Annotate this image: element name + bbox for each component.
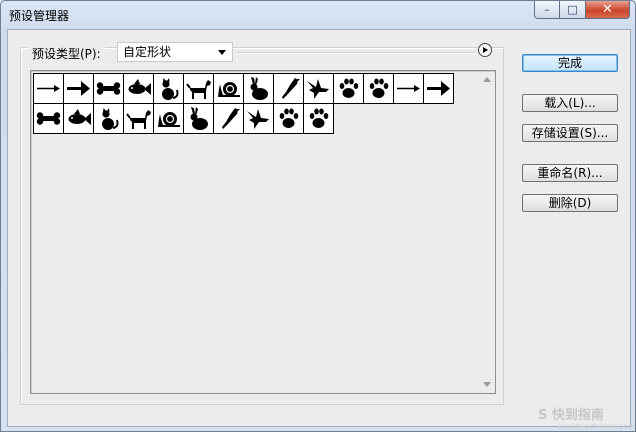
dove-icon: [247, 109, 269, 129]
group-divider: [236, 52, 476, 54]
bird-icon: [282, 78, 300, 99]
paw-print-icon: [279, 108, 299, 128]
bird-icon: [222, 108, 240, 129]
shape-preset-item[interactable]: [93, 103, 124, 134]
shape-preset-item[interactable]: [393, 73, 424, 104]
rename-button[interactable]: 重命名(R)...: [522, 164, 618, 182]
shape-preset-item[interactable]: [153, 73, 184, 104]
rabbit-icon: [190, 107, 208, 130]
shape-preset-item[interactable]: [33, 103, 64, 134]
shape-preset-item[interactable]: [333, 73, 364, 104]
dog-icon: [186, 80, 211, 99]
shape-grid: [33, 73, 481, 134]
watermark-logo: S 快到指南: [538, 408, 604, 423]
maximize-button[interactable]: □: [560, 1, 586, 19]
shape-preset-item[interactable]: [153, 103, 184, 134]
shape-preset-item[interactable]: [33, 73, 64, 104]
watermark-url: kuaidaozhinan.com: [558, 422, 636, 431]
shape-preset-item[interactable]: [183, 73, 214, 104]
cat-icon: [102, 108, 119, 130]
shape-preset-item[interactable]: [93, 73, 124, 104]
shape-preset-list[interactable]: [30, 70, 496, 394]
preset-type-select[interactable]: 自定形状: [117, 42, 233, 62]
load-button[interactable]: 载入(L)...: [522, 94, 618, 112]
arrow-bold-icon: [67, 81, 90, 96]
preset-manager-window: 预设管理器 – □ ✕ 预设类型(P): 自定形状 完成 载入(L)... 存储…: [0, 0, 636, 432]
shape-preset-item[interactable]: [273, 73, 304, 104]
shape-preset-item[interactable]: [123, 73, 154, 104]
bone-icon: [36, 112, 61, 125]
arrow-thin-icon: [397, 85, 420, 92]
chevron-down-icon: [218, 50, 226, 55]
shape-preset-item[interactable]: [303, 103, 334, 134]
shape-preset-item[interactable]: [123, 103, 154, 134]
paw-print-icon: [309, 108, 329, 128]
preset-type-label: 预设类型(P):: [28, 45, 105, 62]
scroll-down-icon[interactable]: [483, 382, 491, 387]
scroll-up-icon[interactable]: [483, 77, 491, 82]
paw-print-icon: [369, 78, 389, 98]
shape-preset-item[interactable]: [303, 73, 334, 104]
preset-type-value: 自定形状: [123, 45, 172, 59]
arrow-thin-icon: [37, 85, 60, 92]
save-set-button[interactable]: 存储设置(S)...: [522, 124, 618, 142]
snail-icon: [218, 82, 240, 97]
shape-preset-item[interactable]: [183, 103, 214, 134]
vertical-scrollbar[interactable]: [480, 72, 494, 392]
shape-preset-item[interactable]: [213, 103, 244, 134]
done-button[interactable]: 完成: [522, 54, 618, 72]
dog-icon: [126, 110, 151, 129]
title-bar[interactable]: 预设管理器 – □ ✕: [1, 1, 635, 29]
shape-preset-item[interactable]: [363, 73, 394, 104]
shape-preset-item[interactable]: [63, 73, 94, 104]
shape-preset-item[interactable]: [213, 73, 244, 104]
arrow-bold-icon: [427, 81, 450, 96]
snail-icon: [158, 112, 180, 127]
play-right-icon: [483, 47, 488, 53]
dialog-client-area: 预设类型(P): 自定形状 完成 载入(L)... 存储设置(S)... 重命名…: [7, 29, 636, 431]
shape-preset-item[interactable]: [243, 103, 274, 134]
window-controls: – □ ✕: [534, 1, 630, 19]
shape-preset-item[interactable]: [273, 103, 304, 134]
bone-icon: [96, 82, 121, 95]
delete-button[interactable]: 删除(D): [522, 194, 618, 212]
fish-icon: [68, 109, 91, 125]
rabbit-icon: [250, 77, 268, 100]
panel-menu-button[interactable]: [478, 43, 492, 57]
minimize-button[interactable]: –: [534, 1, 560, 19]
shape-preset-item[interactable]: [63, 103, 94, 134]
dove-icon: [307, 79, 329, 99]
fish-icon: [128, 79, 151, 95]
shape-preset-item[interactable]: [243, 73, 274, 104]
paw-print-icon: [339, 78, 359, 98]
window-title: 预设管理器: [9, 9, 70, 23]
shape-preset-item[interactable]: [423, 73, 454, 104]
close-button[interactable]: ✕: [586, 1, 630, 19]
cat-icon: [162, 78, 179, 100]
